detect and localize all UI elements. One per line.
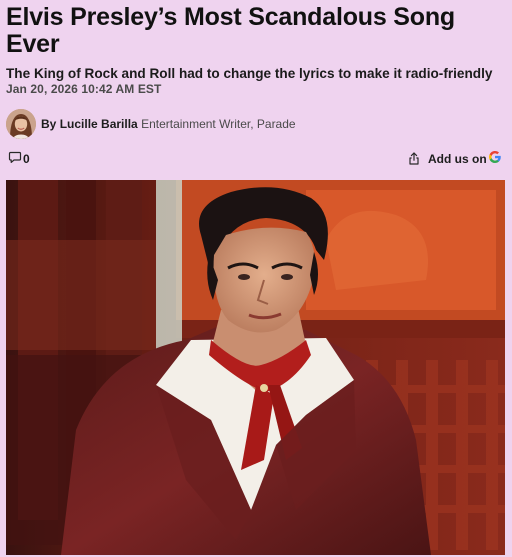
byline: By Lucille Barilla Entertainment Writer,… <box>6 108 296 140</box>
comment-icon <box>8 151 23 167</box>
comments-count: 0 <box>23 152 30 166</box>
byline-prefix: By <box>41 117 57 131</box>
article-title: Elvis Presley’s Most Scandalous Song Eve… <box>6 3 455 58</box>
comments-button[interactable]: 0 <box>8 151 30 167</box>
google-g-icon <box>488 151 501 166</box>
article-subtitle: The King of Rock and Roll had to change … <box>6 66 493 81</box>
article-header: Elvis Presley’s Most Scandalous Song Eve… <box>0 0 512 557</box>
byline-text: By Lucille Barilla Entertainment Writer,… <box>41 117 296 131</box>
article-dateline: Jan 20, 2026 10:42 AM EST <box>6 82 162 96</box>
author-role: Entertainment Writer, Parade <box>141 117 296 131</box>
article-actions-bar: 0 Add us on <box>6 151 504 169</box>
author-avatar[interactable] <box>6 109 36 139</box>
share-icon <box>408 152 420 169</box>
share-button[interactable] <box>408 152 420 170</box>
author-name-link[interactable]: Lucille Barilla <box>60 117 138 131</box>
hero-image <box>6 180 505 555</box>
add-us-label: Add us on <box>428 151 487 166</box>
add-us-on-google-button[interactable]: Add us on <box>428 151 501 166</box>
